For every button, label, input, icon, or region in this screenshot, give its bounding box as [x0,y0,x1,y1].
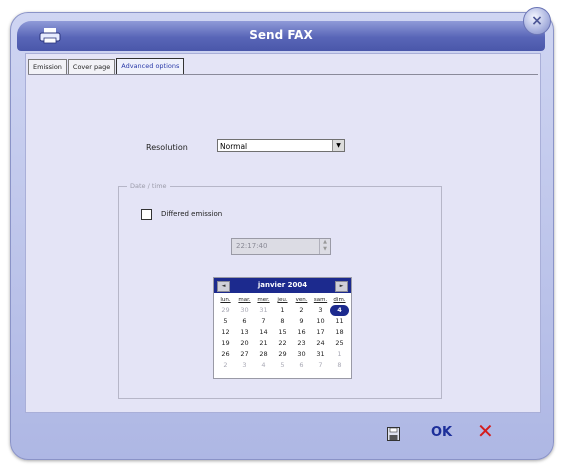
calendar-day[interactable]: 11 [330,316,349,327]
resolution-select[interactable]: Normal ▼ [217,139,345,152]
calendar: ◄ janvier 2004 ► lun. mar. mer. jeu. ven. sam… [213,277,352,379]
ok-button[interactable]: OK [431,425,452,440]
calendar-day[interactable]: 23 [292,338,311,349]
weekday-header: mar. [238,297,251,303]
calendar-day[interactable]: 16 [292,327,311,338]
calendar-day[interactable]: 31 [254,305,273,316]
calendar-day[interactable]: 30 [235,305,254,316]
tab-cover-page[interactable]: Cover page [67,59,116,74]
resolution-label: Resolution [146,143,188,152]
calendar-day[interactable]: 1 [273,305,292,316]
title-bar: Send FAX × [17,7,551,51]
calendar-day[interactable]: 25 [330,338,349,349]
weekday-header: jeu. [277,297,288,303]
calendar-day[interactable]: 2 [292,305,311,316]
time-spinner[interactable]: ▲ ▼ [319,239,330,254]
action-bar: OK ✕ [11,413,553,459]
calendar-day[interactable]: 27 [235,349,254,360]
calendar-day[interactable]: 6 [235,316,254,327]
window-title: Send FAX [249,28,313,42]
tab-advanced-options[interactable]: Advanced options [116,58,185,74]
calendar-day[interactable]: 30 [292,349,311,360]
close-button[interactable]: × [523,7,551,35]
time-input[interactable]: 22:17:40 ▲ ▼ [231,238,331,255]
advanced-options-panel: Resolution Normal ▼ Date / time Differed… [28,75,538,410]
calendar-day-selected[interactable]: 4 [330,305,349,316]
chevron-down-icon[interactable]: ▼ [332,140,344,151]
calendar-day[interactable]: 24 [311,338,330,349]
differed-emission-checkbox[interactable] [141,209,152,220]
weekday-header: lun. [220,297,231,303]
calendar-day[interactable]: 10 [311,316,330,327]
calendar-day[interactable]: 15 [273,327,292,338]
calendar-day[interactable]: 13 [235,327,254,338]
calendar-day[interactable]: 6 [292,360,311,371]
spin-up-icon[interactable]: ▲ [320,239,330,246]
calendar-day[interactable]: 17 [311,327,330,338]
calendar-day[interactable]: 29 [216,305,235,316]
date-time-group: Date / time Differed emission 22:17:40 ▲… [118,182,442,399]
calendar-day[interactable]: 9 [292,316,311,327]
calendar-header: ◄ janvier 2004 ► [214,278,351,293]
send-fax-window: Send FAX × Emission Cover page Advanced … [10,7,554,460]
floppy-disk-icon[interactable] [387,427,400,441]
calendar-day[interactable]: 7 [254,316,273,327]
calendar-day[interactable]: 5 [216,316,235,327]
calendar-day[interactable]: 8 [330,360,349,371]
spin-down-icon[interactable]: ▼ [320,246,330,253]
calendar-day[interactable]: 22 [273,338,292,349]
time-value: 22:17:40 [236,242,268,250]
tab-bar: Emission Cover page Advanced options [28,58,185,74]
calendar-day[interactable]: 29 [273,349,292,360]
calendar-day[interactable]: 3 [235,360,254,371]
calendar-day[interactable]: 12 [216,327,235,338]
calendar-day[interactable]: 1 [330,349,349,360]
weekday-header: sam. [313,297,328,303]
weekday-header: mer. [257,297,270,303]
dialog-body: Emission Cover page Advanced options Res… [25,53,541,413]
calendar-day[interactable]: 20 [235,338,254,349]
calendar-day[interactable]: 7 [311,360,330,371]
calendar-month-title: janvier 2004 [257,281,308,289]
calendar-day[interactable]: 19 [216,338,235,349]
weekday-header: dim. [333,297,346,303]
differed-emission-label: Differed emission [161,210,223,218]
date-time-legend: Date / time [127,182,170,190]
calendar-day[interactable]: 18 [330,327,349,338]
calendar-day[interactable]: 5 [273,360,292,371]
calendar-day[interactable]: 21 [254,338,273,349]
calendar-grid: lun. mar. mer. jeu. ven. sam. dim. 29 30 31 1 2 3 4 5 6… [214,293,351,371]
calendar-day[interactable]: 4 [254,360,273,371]
calendar-day[interactable]: 31 [311,349,330,360]
cancel-button[interactable]: ✕ [477,421,494,441]
calendar-day[interactable]: 3 [311,305,330,316]
calendar-day[interactable]: 2 [216,360,235,371]
resolution-value: Normal [220,142,248,151]
tab-emission[interactable]: Emission [28,59,67,74]
calendar-day[interactable]: 28 [254,349,273,360]
calendar-day[interactable]: 8 [273,316,292,327]
next-month-button[interactable]: ► [335,281,348,292]
calendar-day[interactable]: 14 [254,327,273,338]
calendar-day[interactable]: 26 [216,349,235,360]
weekday-header: ven. [295,297,308,303]
